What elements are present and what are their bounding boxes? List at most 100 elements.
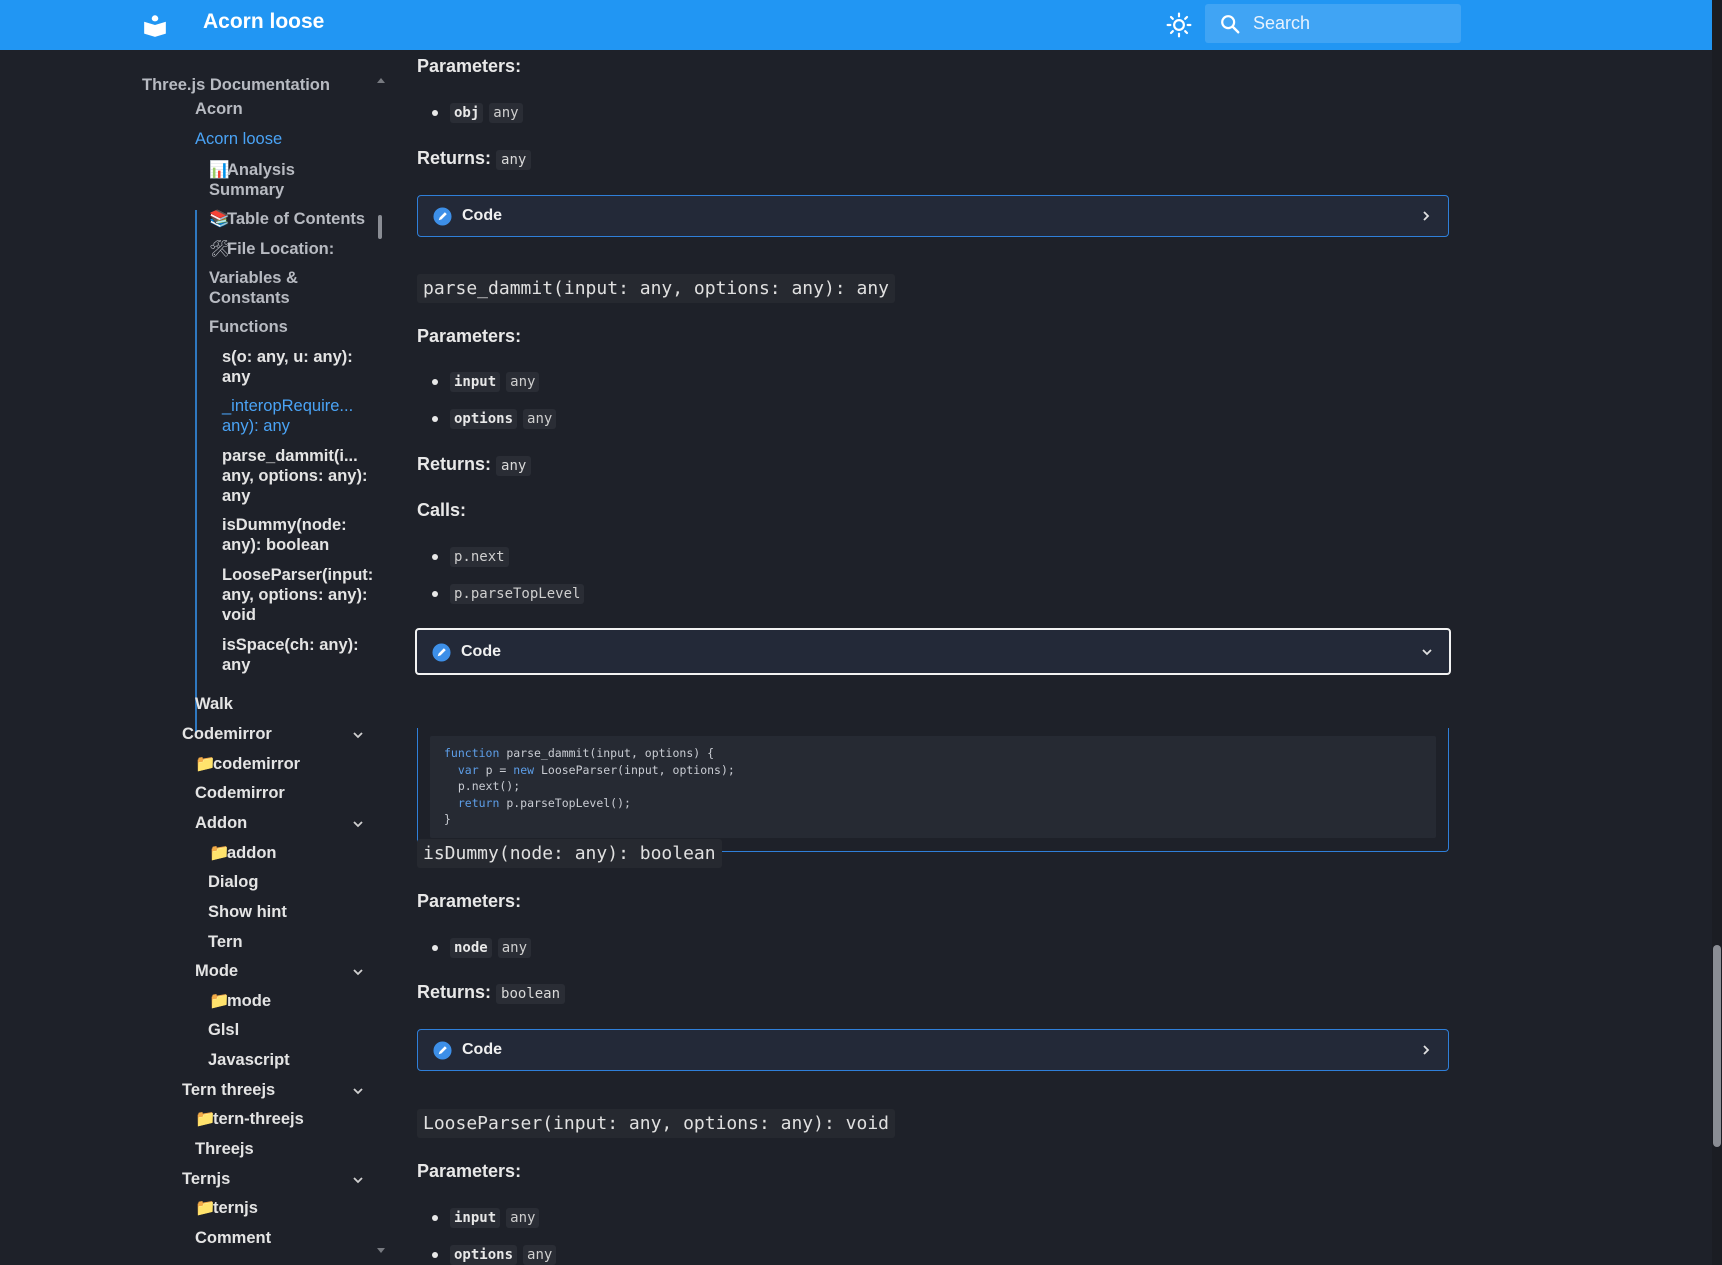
- code-keyword: function: [444, 746, 500, 760]
- toc-item-fn-s[interactable]: s(o: any, u: any): any: [222, 347, 372, 387]
- toc-item-label: File Location:: [227, 240, 335, 258]
- sidebar-item-mode-section[interactable]: Mode: [195, 961, 238, 981]
- return-type: boolean: [496, 984, 566, 1004]
- toc-item-analysis-summary[interactable]: 📊Analysis Summary: [209, 160, 369, 200]
- chevron-down-icon: [1422, 649, 1432, 656]
- sidebar-item-addon-folder[interactable]: 📁addon: [209, 843, 277, 863]
- top-app-bar: Acorn loose: [0, 0, 1712, 50]
- chevron-right-icon: [1423, 1045, 1430, 1055]
- toc-indicator-line: [195, 210, 197, 735]
- toc-item-fn-parse-dammit[interactable]: parse_dammit(i... any, options: any): an…: [222, 446, 372, 506]
- sidebar-item-comment[interactable]: Comment: [195, 1228, 271, 1248]
- sidebar-scroll-up-icon[interactable]: [377, 77, 385, 83]
- code-toggle-label: Code: [462, 207, 502, 224]
- parameters-heading: Parameters:: [417, 1161, 522, 1181]
- folder-icon: 📁: [195, 755, 216, 773]
- toc-item-functions[interactable]: Functions: [209, 317, 288, 337]
- sidebar-item-show-hint[interactable]: Show hint: [208, 902, 287, 922]
- sidebar-scrollbar-thumb[interactable]: [378, 215, 382, 239]
- sidebar-item-codemirror-page[interactable]: Codemirror: [195, 783, 285, 803]
- main-content: Parameters: obj any Returns: any Code pa…: [415, 50, 1451, 1265]
- search-input[interactable]: [1253, 13, 1443, 34]
- call-name: p.next: [450, 547, 509, 567]
- code-block[interactable]: function parse_dammit(input, options) { …: [430, 736, 1436, 838]
- param-type: any: [523, 409, 557, 429]
- toc-item-fn-interop-require[interactable]: _interopRequire... any): any: [222, 396, 372, 436]
- param-list-item: options any: [432, 409, 557, 429]
- sidebar-item-acorn[interactable]: Acorn: [195, 99, 243, 119]
- param-list-item: input any: [432, 1208, 540, 1228]
- sidebar-item-addon-section[interactable]: Addon: [195, 813, 247, 833]
- chevron-down-icon[interactable]: [352, 1174, 364, 1186]
- sidebar-item-javascript[interactable]: Javascript: [208, 1050, 290, 1070]
- bullet-dot: [432, 110, 438, 116]
- sidebar-item-codemirror-section[interactable]: Codemirror: [182, 724, 272, 744]
- search-icon: [1221, 14, 1240, 33]
- code-text: parse_dammit(input, options) {: [499, 746, 715, 760]
- theme-toggle-sun-icon[interactable]: [1166, 12, 1192, 38]
- function-signature: LooseParser(input: any, options: any): v…: [417, 1109, 895, 1138]
- param-list-item: input any: [432, 372, 540, 392]
- code-text: p =: [478, 762, 514, 777]
- sidebar-scroll-down-icon[interactable]: [377, 1248, 385, 1254]
- returns-label: Returns:: [417, 148, 492, 168]
- book-logo-icon[interactable]: [142, 12, 168, 38]
- toc-item-table-of-contents[interactable]: 📚Table of Contents: [209, 209, 365, 229]
- param-list-item: node any: [432, 938, 532, 958]
- tools-icon: 🛠: [209, 240, 230, 258]
- page-scrollbar-thumb[interactable]: [1713, 945, 1721, 1147]
- sidebar-item-ternjs-folder[interactable]: 📁ternjs: [195, 1198, 258, 1218]
- chevron-down-icon[interactable]: [352, 729, 364, 741]
- sidebar-item-codemirror-folder[interactable]: 📁codemirror: [195, 754, 300, 774]
- site-title[interactable]: Acorn loose: [203, 10, 324, 34]
- code-toggle-label: Code: [462, 1041, 502, 1058]
- toc-item-fn-isspace[interactable]: isSpace(ch: any): any: [222, 635, 372, 675]
- sidebar-item-label: tern-threejs: [213, 1110, 304, 1128]
- code-toggle-collapsed[interactable]: Code: [417, 195, 1449, 237]
- sidebar-item-glsl[interactable]: Glsl: [208, 1020, 239, 1040]
- returns-label: Returns:: [417, 982, 492, 1002]
- sidebar-item-label: addon: [227, 844, 277, 862]
- parameters-heading: Parameters:: [417, 326, 522, 346]
- sidebar-item-walk[interactable]: Walk: [195, 694, 233, 714]
- code-text: p.next();: [444, 779, 521, 793]
- sidebar-item-ternjs-section[interactable]: Ternjs: [182, 1169, 230, 1189]
- sidebar-item-threejs-documentation[interactable]: Three.js Documentation: [142, 75, 330, 95]
- bullet-dot: [432, 379, 438, 385]
- param-type: any: [506, 372, 540, 392]
- sidebar-item-tern[interactable]: Tern: [208, 932, 243, 952]
- chevron-down-icon[interactable]: [352, 966, 364, 978]
- param-type: any: [506, 1208, 540, 1228]
- sidebar-item-label: ternjs: [213, 1199, 258, 1217]
- sidebar-item-mode-folder[interactable]: 📁mode: [209, 991, 271, 1011]
- sidebar-item-dialog[interactable]: Dialog: [208, 872, 258, 892]
- code-toggle-expanded[interactable]: Code: [415, 628, 1451, 675]
- function-signature: parse_dammit(input: any, options: any): …: [417, 274, 895, 303]
- chevron-down-icon[interactable]: [352, 1085, 364, 1097]
- sidebar-item-tern-threejs-section[interactable]: Tern threejs: [182, 1080, 275, 1100]
- param-name: obj: [450, 103, 484, 123]
- param-name: input: [450, 372, 501, 392]
- search-box[interactable]: [1205, 4, 1461, 43]
- pencil-circle-icon: [432, 643, 451, 662]
- param-name: options: [450, 409, 518, 429]
- sidebar-item-label: codemirror: [213, 755, 301, 773]
- param-list-item: obj any: [432, 103, 523, 123]
- code-keyword: new: [513, 762, 535, 777]
- sidebar-item-tern-threejs-folder[interactable]: 📁tern-threejs: [195, 1109, 304, 1129]
- param-type: any: [489, 103, 523, 123]
- parameters-heading: Parameters:: [417, 891, 522, 911]
- toc-item-variables-constants[interactable]: Variables & Constants: [209, 268, 329, 308]
- toc-item-file-location[interactable]: 🛠File Location:: [209, 239, 334, 259]
- sidebar-item-acorn-loose[interactable]: Acorn loose: [195, 129, 282, 149]
- code-toggle-collapsed[interactable]: Code: [417, 1029, 1449, 1071]
- sidebar-item-threejs[interactable]: Threejs: [195, 1139, 254, 1159]
- toc-item-fn-looseparser[interactable]: LooseParser(input: any, options: any): v…: [222, 565, 373, 625]
- toc-item-fn-isdummy[interactable]: isDummy(node: any): boolean: [222, 515, 372, 555]
- pencil-circle-icon: [433, 207, 452, 226]
- chevron-down-icon[interactable]: [352, 818, 364, 830]
- bullet-dot: [432, 1252, 438, 1258]
- sidebar-item-label: mode: [227, 992, 272, 1010]
- chevron-right-icon: [1423, 211, 1430, 221]
- code-text: LooseParser(input, options);: [534, 762, 735, 777]
